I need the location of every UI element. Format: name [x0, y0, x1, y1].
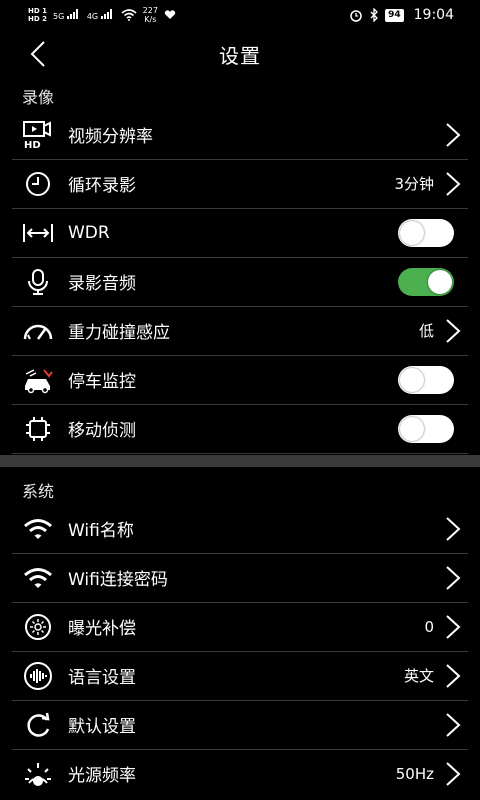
motion-detection-icon	[22, 413, 54, 445]
setting-row-exposure[interactable]: 曝光补偿 0	[12, 602, 468, 652]
network-speed: 227 K/s	[142, 6, 158, 24]
setting-row-video-resolution[interactable]: HD 视频分辨率	[12, 110, 468, 160]
setting-label: 曝光补偿	[68, 619, 136, 639]
section-title-system: 系统	[22, 482, 55, 501]
heart-icon	[164, 10, 176, 19]
setting-row-wdr[interactable]: WDR	[12, 208, 468, 258]
setting-row-loop-recording[interactable]: 循环录影 3分钟	[12, 159, 468, 209]
setting-row-light-frequency[interactable]: 光源频率 50Hz	[12, 749, 468, 798]
status-bar: HD 1 HD 2 5G 4G 227 K/s 94 19:04	[0, 0, 480, 30]
clock-icon	[22, 168, 54, 200]
setting-row-wifi-password[interactable]: Wifi连接密码	[12, 553, 468, 603]
wifi-icon	[22, 513, 54, 545]
setting-row-default-settings[interactable]: 默认设置	[12, 700, 468, 750]
wifi-status-icon	[121, 9, 137, 21]
setting-label: Wifi连接密码	[68, 570, 168, 590]
setting-label: 视频分辨率	[68, 127, 153, 147]
wifi-icon	[22, 562, 54, 594]
chevron-right-icon	[446, 663, 461, 688]
microphone-icon	[22, 266, 54, 298]
wdr-icon	[22, 217, 54, 249]
light-source-icon	[22, 758, 54, 790]
setting-label: 重力碰撞感应	[68, 323, 170, 343]
refresh-icon	[22, 709, 54, 741]
setting-label: 移动侦测	[68, 421, 136, 441]
chevron-right-icon	[446, 122, 461, 147]
setting-value: 0	[424, 617, 434, 636]
wdr-toggle[interactable]	[398, 218, 454, 247]
clock: 19:04	[413, 7, 454, 23]
setting-value: 3分钟	[394, 175, 434, 193]
cell-signal-icon-2: 4G	[87, 9, 115, 21]
setting-label: Wifi名称	[68, 521, 134, 541]
alarm-icon	[350, 10, 362, 22]
page-title: 设置	[219, 44, 261, 68]
setting-row-wifi-name[interactable]: Wifi名称	[12, 504, 468, 554]
record-audio-toggle[interactable]	[398, 267, 454, 296]
setting-row-parking-monitor[interactable]: 停车监控	[12, 355, 468, 405]
cell-signal-icon-1: 5G	[53, 9, 81, 21]
chevron-right-icon	[446, 614, 461, 639]
motion-detection-toggle[interactable]	[398, 414, 454, 443]
setting-label: 默认设置	[68, 717, 136, 737]
setting-label: 停车监控	[68, 372, 136, 392]
chevron-right-icon	[446, 565, 461, 590]
chevron-right-icon	[446, 761, 461, 786]
battery-icon: 94	[385, 8, 404, 22]
setting-label: 录影音频	[68, 274, 136, 294]
chevron-right-icon	[446, 712, 461, 737]
setting-value: 英文	[403, 667, 434, 685]
setting-label: 光源频率	[68, 766, 136, 786]
exposure-icon	[22, 611, 54, 643]
hd-indicator: HD 1 HD 2	[28, 7, 47, 23]
parked-car-icon	[22, 364, 54, 396]
setting-row-motion-detection[interactable]: 移动侦测	[12, 404, 468, 454]
section-divider	[0, 455, 480, 467]
section-title-recording: 录像	[22, 88, 55, 107]
bluetooth-icon	[370, 8, 379, 22]
setting-value: 50Hz	[395, 764, 434, 783]
setting-row-record-audio[interactable]: 录影音频	[12, 257, 468, 307]
chevron-right-icon	[446, 516, 461, 541]
setting-row-gsensor[interactable]: 重力碰撞感应 低	[12, 306, 468, 356]
gauge-icon	[22, 315, 54, 347]
setting-label: 循环录影	[68, 176, 136, 196]
setting-value: 低	[418, 322, 434, 340]
chevron-right-icon	[446, 171, 461, 196]
parking-monitor-toggle[interactable]	[398, 365, 454, 394]
video-hd-icon: HD	[22, 119, 54, 151]
setting-row-language[interactable]: 语言设置 英文	[12, 651, 468, 701]
setting-label: 语言设置	[68, 668, 136, 688]
svg-text:HD: HD	[24, 140, 41, 150]
voice-wave-icon	[22, 660, 54, 692]
chevron-right-icon	[446, 318, 461, 343]
page-header: 设置	[0, 30, 480, 78]
setting-label: WDR	[68, 222, 110, 243]
